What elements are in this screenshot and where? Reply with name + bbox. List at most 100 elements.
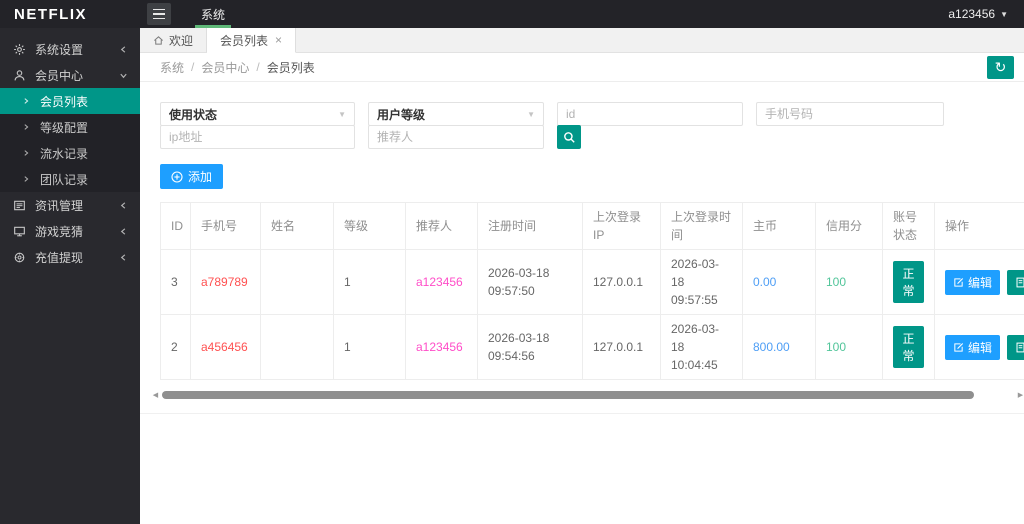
sidebar-item-level-config[interactable]: 等级配置 xyxy=(0,114,140,140)
breadcrumb-item: 会员中心 xyxy=(201,59,249,76)
cell-name xyxy=(261,315,334,380)
user-menu[interactable]: a123456 ▼ xyxy=(948,7,1008,21)
status-normal-button[interactable]: 正常 xyxy=(893,261,924,303)
col-last-login: 上次登录时间 xyxy=(661,203,743,250)
cell-referrer: a123456 xyxy=(406,315,478,380)
status-select-value: 使用状态 xyxy=(169,106,217,123)
col-credit: 信用分 xyxy=(816,203,883,250)
scrollbar-thumb[interactable] xyxy=(162,391,974,399)
cell-level: 1 xyxy=(334,250,406,315)
chevron-down-icon xyxy=(119,71,128,80)
search-button[interactable] xyxy=(557,125,581,149)
chevron-right-icon xyxy=(22,97,30,105)
refresh-button[interactable]: ↻ xyxy=(987,56,1014,79)
filter-row-2 xyxy=(160,125,1024,149)
sidebar-item-member-center[interactable]: 会员中心 xyxy=(0,62,140,88)
tab-welcome[interactable]: 欢迎 xyxy=(140,28,207,52)
sidebar-item-label: 游戏竞猜 xyxy=(35,223,83,240)
tab-member-list[interactable]: 会员列表 × xyxy=(207,28,296,53)
search-icon xyxy=(563,131,576,144)
detail-button[interactable]: 详情 xyxy=(1007,335,1024,360)
level-select[interactable]: 用户等级 ▼ xyxy=(368,102,544,126)
cell-referrer: a123456 xyxy=(406,250,478,315)
ip-input[interactable] xyxy=(160,125,355,149)
cell-last-login: 2026-03-18 09:57:55 xyxy=(661,250,743,315)
edit-icon xyxy=(953,342,964,353)
document-icon xyxy=(1015,342,1024,353)
col-phone: 手机号 xyxy=(191,203,261,250)
tabbar: 欢迎 会员列表 × xyxy=(140,28,1024,53)
edit-button[interactable]: 编辑 xyxy=(945,335,1000,360)
cell-reg-time: 2026-03-18 09:54:56 xyxy=(478,315,583,380)
id-input[interactable] xyxy=(557,102,743,126)
sidebar: NETFLIX 系统设置 会员中心 xyxy=(0,0,140,524)
sidebar-item-game-betting[interactable]: 游戏竞猜 xyxy=(0,218,140,244)
cell-phone: a789789 xyxy=(191,250,261,315)
add-button-label: 添加 xyxy=(188,168,212,185)
table-header-row: ID 手机号 姓名 等级 推荐人 注册时间 上次登录IP 上次登录时间 主币 信… xyxy=(161,203,1024,250)
phone-input[interactable] xyxy=(756,102,944,126)
close-icon[interactable]: × xyxy=(275,33,282,47)
newspaper-icon xyxy=(12,198,26,212)
sidebar-item-news-management[interactable]: 资讯管理 xyxy=(0,192,140,218)
scroll-left-icon[interactable]: ◀ xyxy=(151,391,160,399)
plus-circle-icon xyxy=(171,171,183,183)
cell-operations: 编辑 详情 xyxy=(935,315,1024,380)
col-reg-time: 注册时间 xyxy=(478,203,583,250)
edit-button[interactable]: 编辑 xyxy=(945,270,1000,295)
col-coin: 主币 xyxy=(743,203,816,250)
username-label: a123456 xyxy=(948,7,995,21)
referrer-input[interactable] xyxy=(368,125,544,149)
sidebar-item-flow-records[interactable]: 流水记录 xyxy=(0,140,140,166)
col-operations: 操作 xyxy=(935,203,1024,250)
hamburger-menu-button[interactable] xyxy=(147,3,171,25)
tab-label: 欢迎 xyxy=(169,32,193,49)
chevron-left-icon xyxy=(119,45,128,54)
chevron-left-icon xyxy=(119,227,128,236)
recharge-gear-icon xyxy=(12,250,26,264)
sidebar-item-member-list[interactable]: 会员列表 xyxy=(0,88,140,114)
edit-button-label: 编辑 xyxy=(968,274,992,291)
content-panel: 使用状态 ▼ 用户等级 ▼ xyxy=(140,82,1024,524)
sidebar-subitem-label: 团队记录 xyxy=(40,171,88,188)
table-row: 2 a456456 1 a123456 2026-03-18 09:54:56 … xyxy=(161,315,1024,380)
cell-phone: a456456 xyxy=(191,315,261,380)
breadcrumb-separator: / xyxy=(191,60,194,74)
breadcrumb-separator: / xyxy=(256,60,259,74)
sidebar-item-team-records[interactable]: 团队记录 xyxy=(0,166,140,192)
user-icon xyxy=(12,68,26,82)
cell-last-ip: 127.0.0.1 xyxy=(583,315,661,380)
brand-logo: NETFLIX xyxy=(0,0,140,28)
status-select[interactable]: 使用状态 ▼ xyxy=(160,102,355,126)
sidebar-nav: 系统设置 会员中心 会员列表 xyxy=(0,28,140,270)
cell-credit: 100 xyxy=(816,250,883,315)
scroll-right-icon[interactable]: ▶ xyxy=(1016,391,1024,399)
chevron-right-icon xyxy=(22,123,30,131)
add-button[interactable]: 添加 xyxy=(160,164,223,189)
sidebar-submenu-member: 会员列表 等级配置 流水记录 xyxy=(0,88,140,192)
sidebar-subitem-label: 流水记录 xyxy=(40,145,88,162)
monitor-icon xyxy=(12,224,26,238)
topnav-label: 系统 xyxy=(201,6,225,23)
status-normal-button[interactable]: 正常 xyxy=(893,326,924,368)
detail-button[interactable]: 详情 xyxy=(1007,270,1024,295)
cell-level: 1 xyxy=(334,315,406,380)
table-row: 3 a789789 1 a123456 2026-03-18 09:57:50 … xyxy=(161,250,1024,315)
cell-operations: 编辑 详情 xyxy=(935,250,1024,315)
sidebar-item-system-settings[interactable]: 系统设置 xyxy=(0,36,140,62)
cell-id: 3 xyxy=(161,250,191,315)
edit-button-label: 编辑 xyxy=(968,339,992,356)
cell-coin: 800.00 xyxy=(743,315,816,380)
screen: NETFLIX 系统设置 会员中心 xyxy=(0,0,1024,524)
col-level: 等级 xyxy=(334,203,406,250)
col-name: 姓名 xyxy=(261,203,334,250)
horizontal-scrollbar: ◀ ▶ xyxy=(151,389,1024,401)
home-icon xyxy=(153,35,164,46)
sidebar-item-recharge-withdraw[interactable]: 充值提现 xyxy=(0,244,140,270)
level-select-value: 用户等级 xyxy=(377,106,425,123)
gear-icon xyxy=(12,42,26,56)
sidebar-item-label: 资讯管理 xyxy=(35,197,83,214)
breadcrumb: 系统 / 会员中心 / 会员列表 ↻ xyxy=(140,53,1024,82)
topnav-item-system[interactable]: 系统 xyxy=(181,0,245,28)
sidebar-subitem-label: 会员列表 xyxy=(40,93,88,110)
